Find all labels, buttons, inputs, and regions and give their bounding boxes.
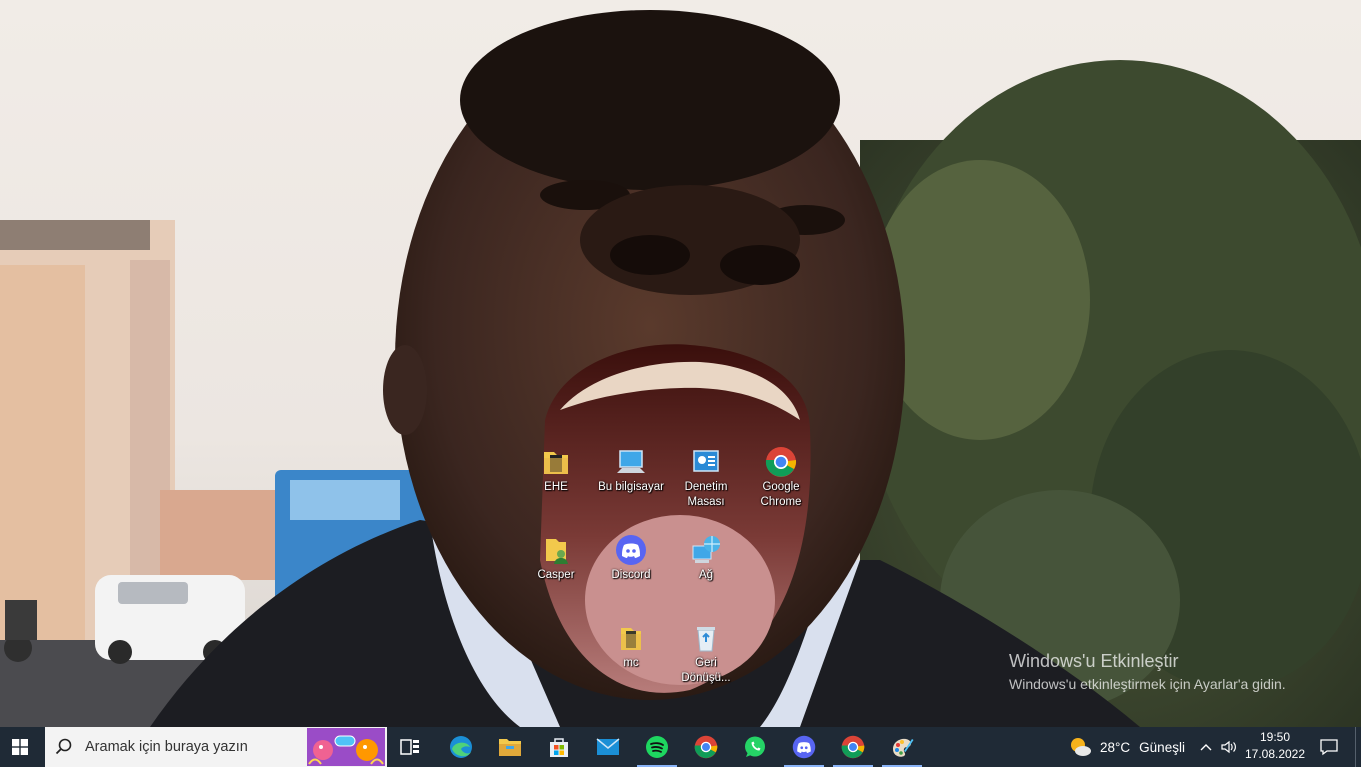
desktop-icon-label: mc [623,657,639,669]
windows-activation-watermark: Windows'u Etkinleştir Windows'u etkinleş… [1009,650,1286,694]
notification-center-icon [1320,739,1338,756]
desktop-icon-google-chrome[interactable]: Google Chrome [744,446,818,510]
chrome-icon [841,735,865,759]
taskbar-clock[interactable]: 19:50 17.08.2022 [1240,729,1310,763]
chrome-icon [694,735,718,759]
clock-date: 17.08.2022 [1244,747,1306,761]
show-desktop-button[interactable] [1355,727,1361,767]
folder-icon [615,622,647,654]
recycle-bin-icon [690,622,722,654]
search-placeholder: Aramak için buraya yazın [85,739,248,755]
discord-icon [615,534,647,566]
spotify-icon [646,736,668,758]
taskbar-chrome[interactable] [682,727,730,767]
taskbar-task-view[interactable] [386,727,434,767]
folder-icon [540,446,572,478]
discord-icon [792,735,816,759]
chrome-icon [765,446,797,478]
desktop-icon-network[interactable]: Ağ [669,534,743,583]
desktop-icon-label: Geri Dönüşü... [681,657,731,684]
desktop-icon-this-pc[interactable]: Bu bilgisayar [594,446,668,495]
start-button[interactable] [0,727,40,767]
clock-time: 19:50 [1259,730,1291,744]
taskbar-chrome-running[interactable] [829,727,877,767]
windows-logo-icon [12,739,28,755]
speaker-icon [1221,740,1236,754]
taskbar: Aramak için buraya yazın 28°C Güneşli 19… [0,727,1361,767]
search-box[interactable]: Aramak için buraya yazın [45,727,387,767]
desktop-icon-control-panel[interactable]: Denetim Masası [669,446,743,510]
taskbar-whatsapp[interactable] [731,727,779,767]
search-icon [55,738,72,755]
edge-icon [450,736,472,758]
wallpaper-photo [0,10,1361,727]
taskbar-paint[interactable] [878,727,926,767]
watermark-title: Windows'u Etkinleştir [1009,651,1179,671]
mail-icon [596,738,620,755]
desktop-icon-discord[interactable]: Discord [594,534,668,583]
file-explorer-icon [499,739,521,756]
desktop-icon-casper[interactable]: Casper [519,534,593,583]
watermark-subtitle: Windows'u etkinleştirmek için Ayarlar'a … [1009,676,1286,692]
desktop-icon-ehe[interactable]: EHE [519,446,593,495]
weather-condition: Güneşli [1139,739,1185,755]
desktop-icon-label: Google Chrome [760,481,802,508]
desktop-icon-label: Bu bilgisayar [598,481,664,493]
desktop-icon-recycle-bin[interactable]: Geri Dönüşü... [669,622,743,686]
partly-sunny-icon [1071,738,1091,756]
desktop-icon-label: Denetim Masası [684,481,728,508]
volume-button[interactable] [1218,727,1240,767]
desktop-icon-label: EHE [544,481,568,493]
desktop-icon-mc[interactable]: mc [594,622,668,671]
whatsapp-icon [745,736,765,757]
taskbar-file-explorer[interactable] [486,727,534,767]
show-hidden-icons-button[interactable] [1196,727,1216,767]
task-view-icon [400,739,419,755]
user-folder-icon [540,534,572,566]
taskbar-microsoft-store[interactable] [535,727,583,767]
desktop-wallpaper [0,0,1361,727]
weather-widget[interactable]: 28°C Güneşli [1068,727,1185,767]
taskbar-spotify[interactable] [633,727,681,767]
desktop-icon-label: Casper [537,569,575,581]
desktop-icon-label: Ağ [698,569,714,581]
control-panel-icon [690,446,722,478]
paint-icon [893,738,914,757]
network-icon [690,534,722,566]
search-highlight-illustration-icon[interactable] [307,728,385,766]
taskbar-mail[interactable] [584,727,632,767]
microsoft-store-icon [550,738,568,757]
desktop-icon-label: Discord [611,569,651,581]
taskbar-edge[interactable] [437,727,485,767]
computer-icon [615,446,647,478]
taskbar-discord[interactable] [780,727,828,767]
weather-temperature: 28°C [1100,739,1131,755]
chevron-up-icon [1200,744,1212,751]
notifications-button[interactable] [1314,727,1344,767]
